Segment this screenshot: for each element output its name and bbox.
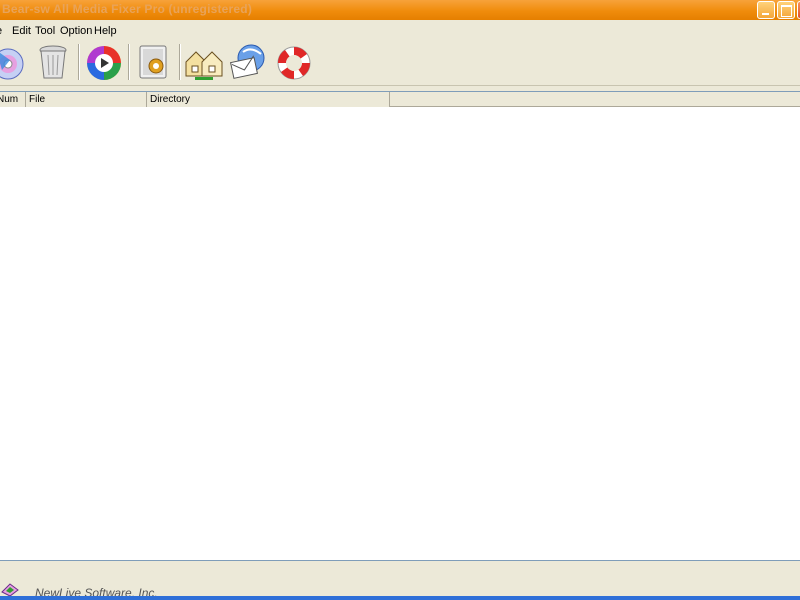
taskbar-edge — [0, 596, 800, 600]
menu-edit[interactable]: Edit — [12, 25, 31, 37]
toolbar — [0, 40, 800, 86]
media-disc-icon — [0, 48, 24, 80]
list-header: Num File Directory — [0, 92, 800, 107]
toolbar-separator — [128, 44, 130, 80]
minimize-button[interactable] — [757, 1, 775, 19]
trash-can-icon — [39, 45, 67, 79]
fix-media-button[interactable] — [84, 42, 124, 82]
title-bar[interactable]: Bear-sw All Media Fixer Pro (unregistere… — [0, 0, 800, 20]
menu-option[interactable]: Option — [60, 25, 92, 37]
file-list[interactable]: Num File Directory — [0, 91, 800, 561]
homepage-button[interactable] — [184, 42, 224, 82]
settings-page-icon — [139, 45, 167, 79]
column-header-directory[interactable]: Directory — [147, 92, 390, 107]
column-header-file[interactable]: File — [26, 92, 147, 107]
menu-help[interactable]: Help — [94, 25, 117, 37]
help-lifebuoy-icon — [277, 46, 311, 80]
email-send-icon — [230, 44, 265, 79]
color-play-icon — [87, 46, 121, 80]
menu-tool[interactable]: Tool — [35, 25, 55, 37]
add-media-button[interactable] — [0, 42, 28, 82]
toolbar-separator — [179, 44, 181, 80]
toolbar-separator — [78, 44, 80, 80]
status-bar: NewLive Software, Inc. — [0, 562, 800, 600]
email-button[interactable] — [229, 42, 269, 82]
options-button[interactable] — [134, 42, 174, 82]
delete-button[interactable] — [33, 42, 73, 82]
minimize-icon — [758, 2, 774, 18]
window-title: Bear-sw All Media Fixer Pro (unregistere… — [2, 2, 253, 16]
menu-file[interactable]: e — [0, 25, 2, 37]
help-button[interactable] — [274, 42, 314, 82]
maximize-icon — [778, 2, 794, 18]
maximize-button[interactable] — [777, 1, 795, 19]
home-folder-icon — [185, 51, 223, 80]
menu-bar: e Edit Tool Option Help — [0, 20, 800, 40]
column-header-num[interactable]: Num — [0, 92, 26, 107]
